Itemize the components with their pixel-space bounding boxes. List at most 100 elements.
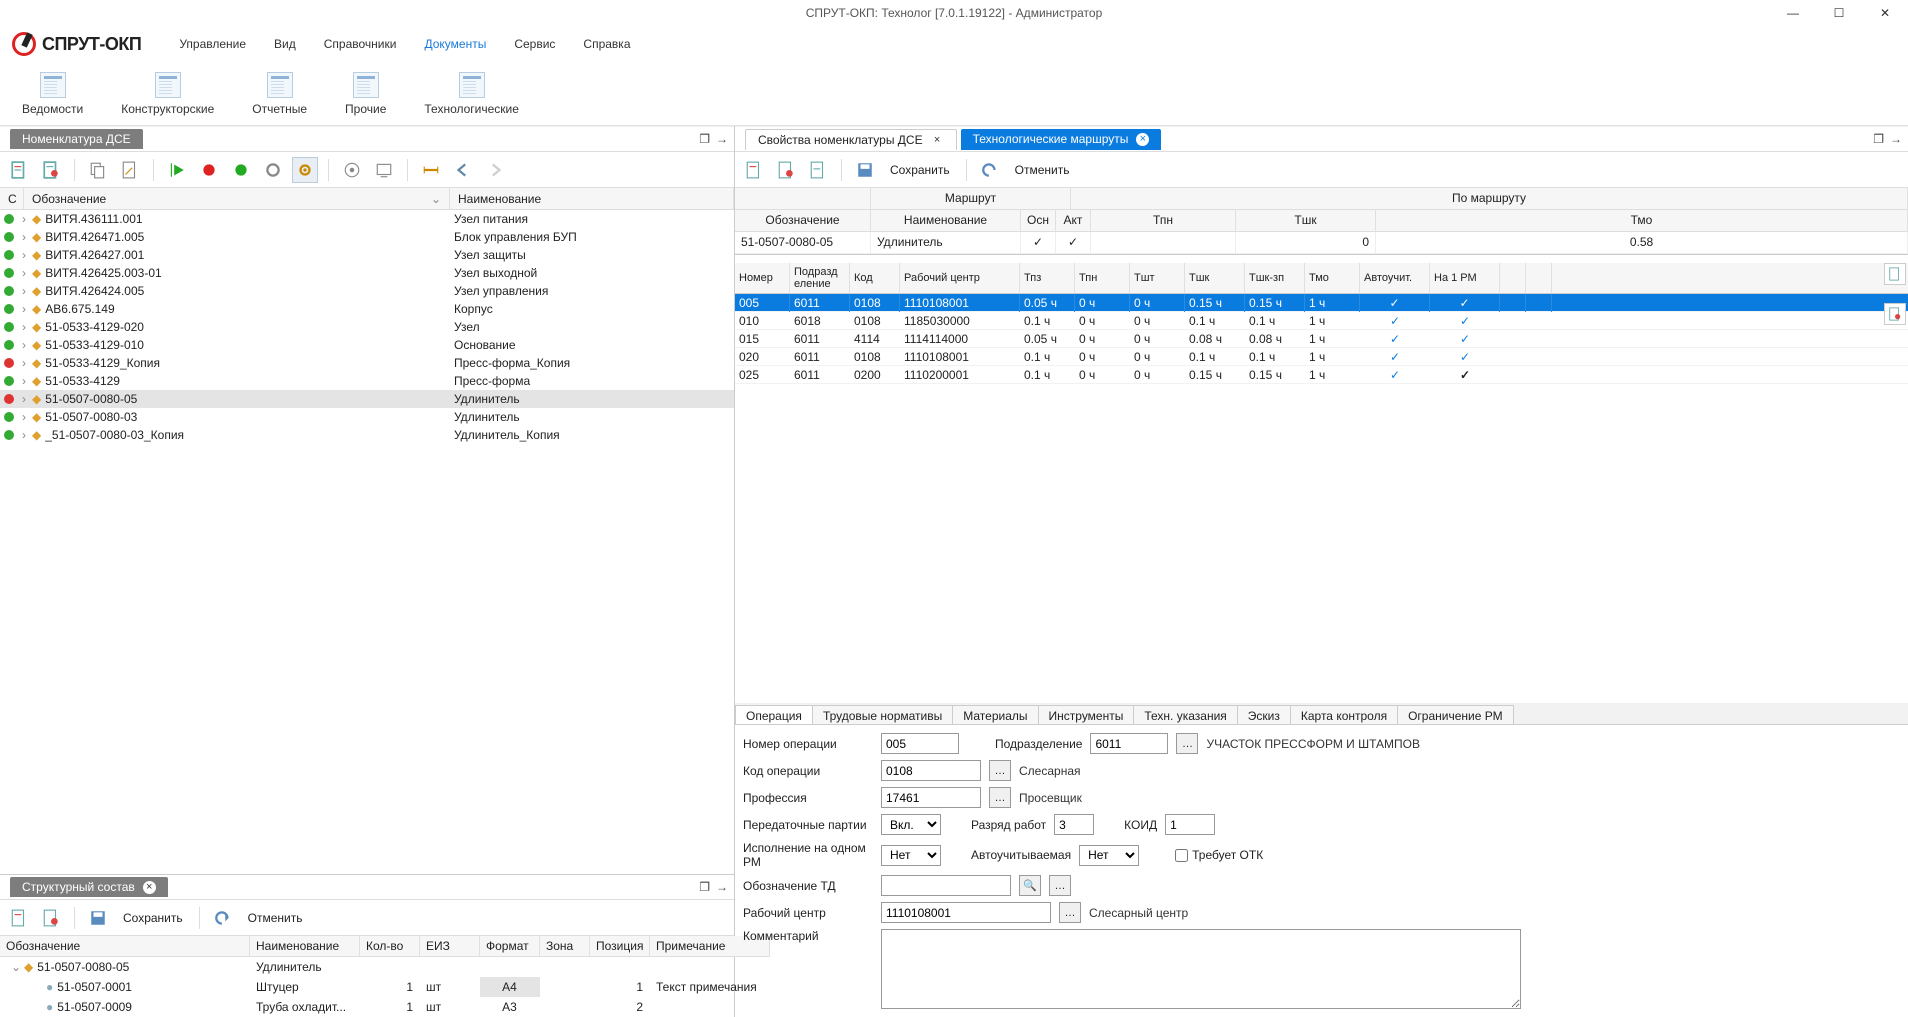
window-minimize[interactable]: — — [1770, 0, 1816, 26]
tree-row[interactable]: ›◆51-0533-4129-010Основание — [0, 336, 734, 354]
expand-icon[interactable]: › — [18, 374, 30, 388]
tb-edit[interactable] — [117, 157, 143, 183]
rc-input[interactable] — [881, 902, 1051, 923]
operation-row[interactable]: 0056011010811101080010.05 ч0 ч0 ч0.15 ч0… — [735, 294, 1908, 312]
menu-item[interactable]: Сервис — [500, 26, 569, 62]
tree-body[interactable]: ›◆ВИТЯ.436111.001Узел питания›◆ВИТЯ.4264… — [0, 210, 734, 874]
expand-icon[interactable]: › — [18, 284, 30, 298]
undo-icon[interactable] — [210, 905, 236, 931]
tree-row[interactable]: ›◆51-0533-4129_КопияПресс-форма_Копия — [0, 354, 734, 372]
tree-row[interactable]: ›◆ВИТЯ.426424.005Узел управления — [0, 282, 734, 300]
operation-row[interactable]: 0206011010811101080010.1 ч0 ч0 ч0.1 ч0.1… — [735, 348, 1908, 366]
lookup-button[interactable]: … — [989, 760, 1011, 781]
tb-red-dot[interactable] — [196, 157, 222, 183]
tab-nomenclature[interactable]: Номенклатура ДСЕ — [10, 129, 143, 149]
razr-input[interactable] — [1054, 814, 1094, 835]
lookup-button[interactable]: … — [1176, 733, 1198, 754]
expand-icon[interactable]: › — [18, 410, 30, 424]
cancel-button[interactable]: Отменить — [242, 911, 309, 925]
tree-row[interactable]: ›◆51-0507-0080-03Удлинитель — [0, 408, 734, 426]
expand-icon[interactable]: › — [18, 428, 30, 442]
tree-row[interactable]: ›◆ВИТЯ.426471.005Блок управления БУП — [0, 228, 734, 246]
otk-checkbox[interactable]: Требует ОТК — [1175, 848, 1263, 862]
collapse-icon[interactable]: ⌄ — [10, 960, 22, 974]
tree-row[interactable]: ›◆ВИТЯ.436111.001Узел питания — [0, 210, 734, 228]
close-icon[interactable]: × — [931, 133, 944, 146]
save-button[interactable]: Сохранить — [117, 911, 189, 925]
auto-select[interactable]: Нет — [1079, 845, 1139, 866]
menu-item[interactable]: Справка — [569, 26, 644, 62]
save-icon[interactable] — [85, 905, 111, 931]
lookup-button[interactable]: … — [1059, 902, 1081, 923]
lookup-button[interactable]: … — [989, 787, 1011, 808]
tb-doc1[interactable] — [6, 157, 32, 183]
tree-row[interactable]: ›◆51-0533-4129Пресс-форма — [0, 372, 734, 390]
tree-row[interactable]: ›◆ВИТЯ.426425.003-01Узел выходной — [0, 264, 734, 282]
tb-green-dot[interactable] — [228, 157, 254, 183]
expand-icon[interactable]: › — [18, 212, 30, 226]
close-icon[interactable]: × — [1136, 133, 1149, 146]
expand-icon[interactable]: › — [18, 302, 30, 316]
expand-icon[interactable]: › — [18, 338, 30, 352]
tree-row[interactable]: ›◆АВ6.675.149Корпус — [0, 300, 734, 318]
detail-tab[interactable]: Операция — [735, 705, 813, 724]
operation-row[interactable]: 0106018010811850300000.1 ч0 ч0 ч0.1 ч0.1… — [735, 312, 1908, 330]
search-icon[interactable]: 🔍 — [1019, 875, 1041, 896]
undo-icon[interactable] — [977, 157, 1003, 183]
panel-restore-icon[interactable]: ❐ — [699, 880, 710, 894]
detail-tab[interactable]: Материалы — [952, 705, 1038, 724]
detail-tab[interactable]: Карта контроля — [1290, 705, 1398, 724]
menu-item[interactable]: Документы — [410, 26, 500, 62]
expand-icon[interactable]: › — [18, 248, 30, 262]
structure-row[interactable]: ●51-0507-0001Штуцер1штA41Текст примечани… — [0, 977, 770, 997]
td-input[interactable] — [881, 875, 1011, 896]
pered-select[interactable]: Вкл. — [881, 814, 941, 835]
tb-doc2[interactable] — [38, 157, 64, 183]
tb-target[interactable] — [339, 157, 365, 183]
oper-num-input[interactable] — [881, 733, 959, 754]
expand-icon[interactable]: › — [18, 230, 30, 244]
detail-tab[interactable]: Техн. указания — [1133, 705, 1237, 724]
tb-har[interactable] — [418, 157, 444, 183]
prof-input[interactable] — [881, 787, 981, 808]
window-maximize[interactable]: ☐ — [1816, 0, 1862, 26]
detail-tab[interactable]: Трудовые нормативы — [812, 705, 953, 724]
tree-row[interactable]: ›◆_51-0507-0080-03_КопияУдлинитель_Копия — [0, 426, 734, 444]
route-row[interactable]: 51-0507-0080-05 Удлинитель ✓ ✓ 0 0.58 — [735, 232, 1908, 254]
operation-row[interactable]: 0156011411411141140000.05 ч0 ч0 ч0.08 ч0… — [735, 330, 1908, 348]
tab-structure[interactable]: Структурный состав × — [10, 877, 168, 897]
panel-arrow-icon[interactable]: → — [716, 132, 728, 146]
ops-side-add[interactable] — [1884, 263, 1906, 285]
kod-input[interactable] — [881, 760, 981, 781]
tb-doc2[interactable] — [38, 905, 64, 931]
panel-restore-icon[interactable]: ❐ — [699, 132, 710, 146]
menu-item[interactable]: Управление — [165, 26, 260, 62]
tb-fwd[interactable] — [482, 157, 508, 183]
tb-doc3[interactable] — [805, 157, 831, 183]
tb-hollow-dot[interactable] — [260, 157, 286, 183]
tb-copy[interactable] — [85, 157, 111, 183]
menu-item[interactable]: Вид — [260, 26, 310, 62]
detail-tab[interactable]: Эскиз — [1237, 705, 1291, 724]
operation-row[interactable]: 0256011020011102000010.1 ч0 ч0 ч0.15 ч0.… — [735, 366, 1908, 384]
structure-row[interactable]: ●51-0507-0009Труба охладит...1штA32 — [0, 997, 770, 1017]
tree-row[interactable]: ›◆51-0533-4129-020Узел — [0, 318, 734, 336]
detail-tab[interactable]: Инструменты — [1038, 705, 1135, 724]
ops-side-del[interactable] — [1884, 303, 1906, 325]
tb-screen[interactable] — [371, 157, 397, 183]
tb-doc1[interactable] — [6, 905, 32, 931]
save-button[interactable]: Сохранить — [884, 163, 956, 177]
cancel-button[interactable]: Отменить — [1009, 163, 1076, 177]
tb-gear[interactable] — [292, 157, 318, 183]
panel-restore-icon[interactable]: ❐ — [1873, 132, 1884, 146]
ribbon-button[interactable]: Прочие — [335, 62, 396, 125]
ribbon-button[interactable]: Технологические — [414, 62, 529, 125]
tb-back[interactable] — [450, 157, 476, 183]
expand-icon[interactable]: › — [18, 320, 30, 334]
detail-tab[interactable]: Ограничение РМ — [1397, 705, 1514, 724]
th-oboz[interactable]: Обозначение⌄ — [24, 188, 450, 209]
tb-doc1[interactable] — [741, 157, 767, 183]
tree-row[interactable]: ›◆ВИТЯ.426427.001Узел защиты — [0, 246, 734, 264]
window-close[interactable]: ✕ — [1862, 0, 1908, 26]
lookup-button[interactable]: … — [1049, 875, 1071, 896]
